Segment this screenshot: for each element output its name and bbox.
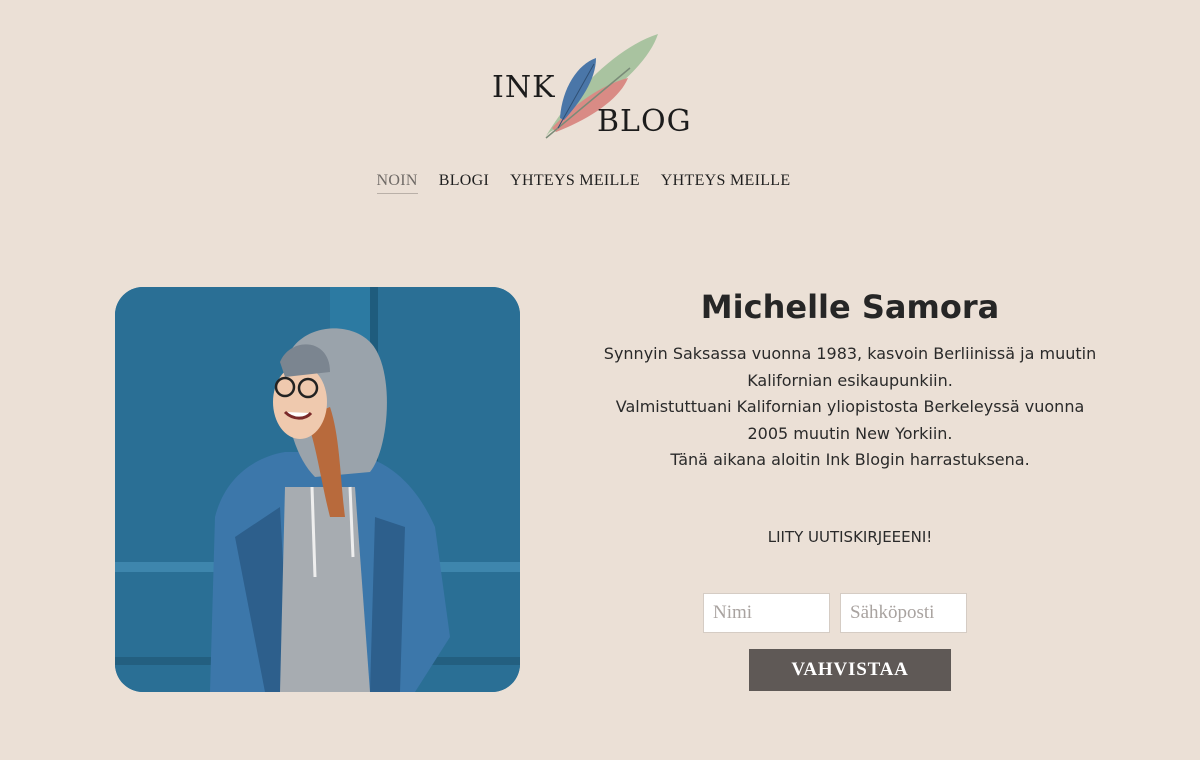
- nav-item-blogi[interactable]: BLOGI: [439, 172, 489, 194]
- email-field[interactable]: [840, 593, 967, 633]
- name-field[interactable]: [703, 593, 830, 633]
- nav-item-yhteys-meille[interactable]: YHTEYS MEILLE: [510, 172, 640, 194]
- bio-line-3: Tänä aikana aloitin Ink Blogin harrastuk…: [670, 450, 1030, 469]
- logo-text-ink: INK: [492, 70, 556, 105]
- bio-line-2: Valmistuttuani Kalifornian yliopistosta …: [615, 397, 1085, 443]
- profile-photo: [115, 287, 520, 692]
- profile-name: Michelle Samora: [700, 288, 1000, 326]
- bio-line-1: Synnyin Saksassa vuonna 1983, kasvoin Be…: [603, 344, 1097, 390]
- newsletter-form: [703, 593, 967, 633]
- nav-item-yhteys-meille-2[interactable]: YHTEYS MEILLE: [661, 172, 791, 194]
- logo-text-blog: BLOG: [597, 104, 692, 139]
- site-logo[interactable]: INK BLOG: [480, 28, 692, 148]
- main-navigation: NOIN BLOGI YHTEYS MEILLE YHTEYS MEILLE: [0, 172, 1167, 194]
- profile-info: Michelle Samora Synnyin Saksassa vuonna …: [598, 285, 1102, 474]
- profile-bio: Synnyin Saksassa vuonna 1983, kasvoin Be…: [598, 341, 1102, 474]
- newsletter-heading: LIITY UUTISKIRJEEENI!: [767, 528, 933, 546]
- submit-button[interactable]: VAHVISTAA: [749, 649, 951, 691]
- nav-item-noin[interactable]: NOIN: [376, 172, 418, 194]
